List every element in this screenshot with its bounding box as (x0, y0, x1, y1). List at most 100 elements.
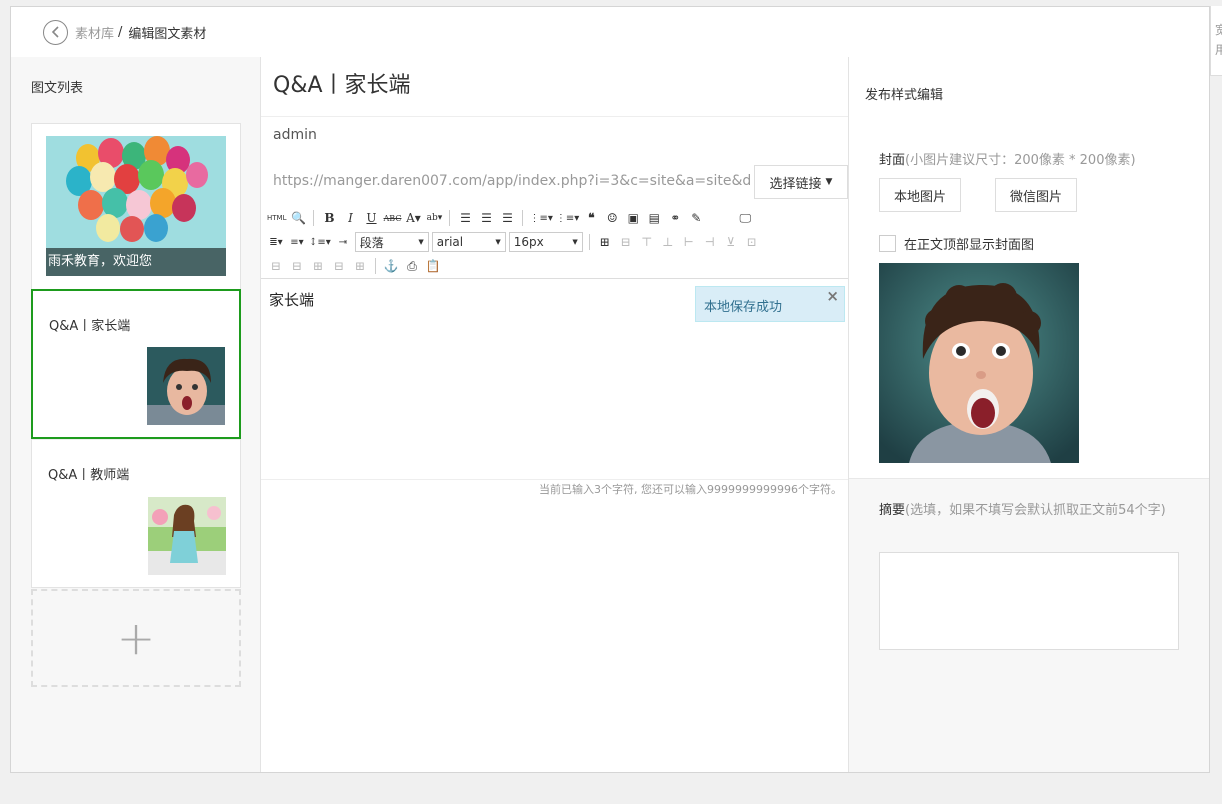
table-borders-icon[interactable]: ⊞ (351, 257, 369, 275)
publish-style-panel: 发布样式编辑 封面(小图片建议尺寸：200像素 * 200像素) 本地图片 微信… (849, 57, 1209, 772)
row-spacing-icon[interactable]: ↕≡▾ (309, 233, 331, 251)
cover-image-boy (879, 263, 1079, 463)
html-source-icon[interactable]: HTML (267, 209, 286, 227)
align-right-icon[interactable]: ☰ (498, 209, 516, 227)
editor-toolbar: HTML 🔍 B I U ABC A▾ ab▾ ☰ ☰ ☰ ⋮≡▾ ⋮≡▾ ❝ … (261, 203, 848, 279)
delete-col-icon[interactable]: ⊣ (701, 233, 719, 251)
article-thumbnail-boy (147, 347, 225, 425)
toolbar-divider (588, 234, 590, 250)
toolbar-row-3: ⊟ ⊟ ⊞ ⊟ ⊞ ⚓ ⎙ 📋 (267, 255, 442, 277)
bold-icon[interactable]: B (320, 209, 338, 227)
ordered-list-icon[interactable]: ⋮≡▾ (529, 209, 552, 227)
unordered-list-icon[interactable]: ⋮≡▾ (556, 209, 579, 227)
local-image-button[interactable]: 本地图片 (879, 178, 961, 212)
toolbar-divider (313, 210, 315, 226)
article-item-title: Q&A丨教师端 (48, 468, 130, 483)
table-props-icon[interactable]: ⊡ (743, 233, 761, 251)
wechat-image-button[interactable]: 微信图片 (995, 178, 1077, 212)
save-toast: 本地保存成功 × (695, 286, 845, 322)
toolbar-row-2: ≣▾ ≡▾ ↕≡▾ ⇥ 段落 ▼ arial ▼ 16px ▼ ⊞ ⊟ ⊤ ⊥ … (267, 231, 761, 253)
breadcrumb-parent[interactable]: 素材库 (75, 23, 114, 42)
split-rows-icon[interactable]: ⊟ (288, 257, 306, 275)
link-input[interactable]: https://manger.daren007.com/app/index.ph… (273, 173, 751, 189)
select-link-label: 选择链接 (769, 176, 822, 192)
insert-row-icon[interactable]: ⊟ (617, 233, 635, 251)
close-icon[interactable]: × (826, 287, 839, 305)
toolbar-divider (522, 210, 524, 226)
article-cover-caption: 雨禾教育，欢迎您 (46, 248, 226, 276)
article-item-cover[interactable]: 雨禾教育，欢迎您 (32, 124, 240, 290)
insert-table-icon[interactable]: ⊞ (596, 233, 614, 251)
eraser-icon[interactable]: ✎ (687, 209, 705, 227)
fullscreen-icon[interactable]: 🖵 (736, 209, 754, 227)
align-center-icon[interactable]: ☰ (477, 209, 495, 227)
delete-table-icon[interactable]: ⊟ (330, 257, 348, 275)
indent-icon[interactable]: ⇥ (334, 233, 352, 251)
font-color-icon[interactable]: A▾ (404, 209, 422, 227)
toolbar-divider (375, 258, 376, 274)
author-input[interactable]: admin (273, 127, 317, 143)
toolbar-row-1: HTML 🔍 B I U ABC A▾ ab▾ ☰ ☰ ☰ ⋮≡▾ ⋮≡▾ ❝ … (267, 207, 754, 229)
article-list-title: 图文列表 (31, 81, 84, 96)
toolbar-divider (449, 210, 451, 226)
merge-cells-icon[interactable]: ⊻ (722, 233, 740, 251)
paste-icon[interactable]: 📋 (424, 257, 442, 275)
link-icon[interactable]: ⚭ (666, 209, 684, 227)
italic-icon[interactable]: I (341, 209, 359, 227)
insert-col-icon[interactable]: ⊢ (680, 233, 698, 251)
article-item[interactable]: Q&A丨家长端 (31, 289, 241, 439)
cover-hint: (小图片建议尺寸：200像素 * 200像素) (905, 153, 1136, 168)
article-list-panel: 图文列表 雨禾教育，欢迎您 Q&A丨家长端 Q&A丨教师端 + (11, 57, 261, 772)
caret-down-icon: ▼ (418, 238, 424, 246)
caret-down-icon: ▼ (495, 238, 501, 246)
caret-down-icon: ▼ (825, 177, 833, 187)
editor-panel: Q&A丨家长端 admin https://manger.daren007.co… (261, 57, 849, 772)
article-item[interactable]: Q&A丨教师端 (32, 439, 240, 587)
delete-row-icon[interactable]: ⊥ (659, 233, 677, 251)
select-link-button[interactable]: 选择链接 ▼ (754, 165, 848, 199)
underline-icon[interactable]: U (362, 209, 380, 227)
anchor-icon[interactable]: ⚓ (382, 257, 400, 275)
caret-down-icon: ▼ (572, 238, 578, 246)
highlight-icon[interactable]: ab▾ (425, 209, 443, 227)
char-counter: 当前已输入3个字符, 您还可以输入9999999999996个字符。 (261, 479, 848, 501)
split-cols-icon[interactable]: ⊞ (309, 257, 327, 275)
article-thumbnail-girl (148, 497, 226, 575)
show-cover-label: 在正文顶部显示封面图 (904, 238, 1035, 253)
line-height-icon[interactable]: ≣▾ (267, 233, 285, 251)
font-select-value: arial (436, 235, 464, 249)
back-circle-icon[interactable] (43, 19, 68, 45)
preview-icon[interactable]: 🔍 (289, 209, 307, 227)
emoji-icon[interactable]: ☺ (603, 209, 621, 227)
video-icon[interactable]: ▤ (645, 209, 663, 227)
align-left-icon[interactable]: ☰ (456, 209, 474, 227)
print-icon[interactable]: ⎙ (403, 257, 421, 275)
title-input[interactable]: Q&A丨家长端 (261, 57, 848, 117)
toast-message: 本地保存成功 (704, 300, 783, 315)
strikethrough-icon[interactable]: ABC (383, 209, 402, 227)
font-family-select[interactable]: arial ▼ (431, 232, 506, 252)
font-size-select[interactable]: 16px ▼ (508, 232, 583, 252)
article-item-title: Q&A丨家长端 (49, 319, 131, 334)
split-cells-icon[interactable]: ⊟ (267, 257, 285, 275)
summary-hint: (选填，如果不填写会默认抓取正文前54个字) (905, 503, 1166, 518)
paragraph-spacing-icon[interactable]: ≡▾ (288, 233, 306, 251)
summary-textarea[interactable] (879, 552, 1179, 650)
show-cover-checkbox[interactable] (879, 235, 896, 252)
blockquote-icon[interactable]: ❝ (582, 209, 600, 227)
add-article-button[interactable]: + (31, 589, 241, 687)
insert-caption-icon[interactable]: ⊤ (638, 233, 656, 251)
cover-label: 封面(小图片建议尺寸：200像素 * 200像素) (879, 149, 1136, 168)
paragraph-select[interactable]: 段落 ▼ (354, 232, 429, 252)
main-frame: 素材库 / 编辑图文素材 图文列表 雨禾教育，欢迎您 Q&A丨家长端 Q&A丨教… (10, 6, 1210, 773)
summary-section: 摘要(选填，如果不填写会默认抓取正文前54个字) (849, 478, 1209, 772)
link-row: https://manger.daren007.com/app/index.ph… (261, 165, 848, 199)
paragraph-select-value: 段落 (359, 235, 384, 250)
article-list: 雨禾教育，欢迎您 Q&A丨家长端 Q&A丨教师端 (31, 123, 241, 588)
image-icon[interactable]: ▣ (624, 209, 642, 227)
cover-label-text: 封面 (879, 153, 906, 168)
side-peek-panel: 宽 用 (1210, 6, 1222, 76)
summary-label-text: 摘要 (879, 503, 906, 518)
publish-style-title: 发布样式编辑 (865, 88, 944, 103)
breadcrumb-separator: / (118, 24, 123, 40)
